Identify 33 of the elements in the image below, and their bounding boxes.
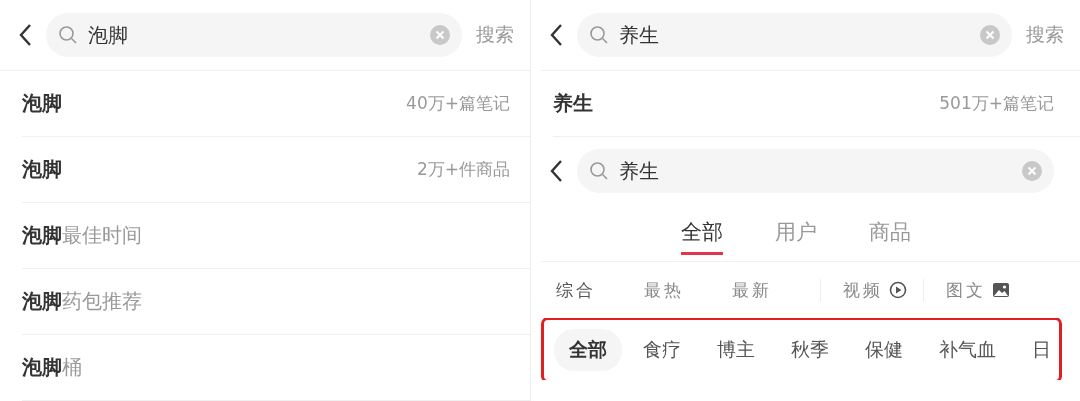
image-icon — [992, 281, 1010, 299]
sort-option[interactable]: 最新 — [732, 278, 772, 302]
sort-option[interactable]: 图文 — [923, 278, 1026, 302]
back-icon[interactable] — [549, 159, 563, 183]
suggestion-text[interactable]: 泡脚桶 — [22, 354, 82, 381]
suggestion-text[interactable]: 养生 — [553, 90, 593, 117]
tab[interactable]: 全部 — [680, 205, 723, 255]
search-icon — [589, 161, 609, 181]
sort-option[interactable]: 最热 — [644, 278, 684, 302]
sort-option[interactable]: 综合 — [556, 278, 596, 302]
filter-chip[interactable]: 博主 — [702, 329, 770, 371]
search-field[interactable]: 养生 — [577, 13, 1012, 57]
filter-chip[interactable]: 食疗 — [628, 329, 696, 371]
suggestion-text[interactable]: 泡脚药包推荐 — [22, 288, 142, 315]
play-icon — [889, 281, 907, 299]
search-icon — [589, 25, 609, 45]
search-field[interactable]: 养生 — [577, 149, 1054, 193]
filter-chip[interactable]: 全部 — [554, 329, 622, 371]
result-count: 40万+篇笔记 — [406, 92, 510, 115]
sort-option[interactable]: 视频 — [820, 278, 923, 302]
result-count: 2万+件商品 — [416, 158, 510, 181]
back-icon[interactable] — [549, 23, 563, 47]
suggestion-text[interactable]: 泡脚 — [22, 90, 62, 117]
filter-chip[interactable]: 日 — [1017, 329, 1066, 371]
suggestion-text[interactable]: 泡脚最佳时间 — [22, 222, 142, 249]
back-icon[interactable] — [18, 23, 32, 47]
filter-chip[interactable]: 补气血 — [924, 329, 1011, 371]
suggestion-text[interactable]: 泡脚 — [22, 156, 62, 183]
search-field[interactable]: 泡脚 — [46, 13, 462, 57]
search-icon — [58, 25, 78, 45]
result-count: 501万+篇笔记 — [939, 92, 1054, 115]
filter-chip[interactable]: 秋季 — [776, 329, 844, 371]
filter-chip[interactable]: 保健 — [850, 329, 918, 371]
